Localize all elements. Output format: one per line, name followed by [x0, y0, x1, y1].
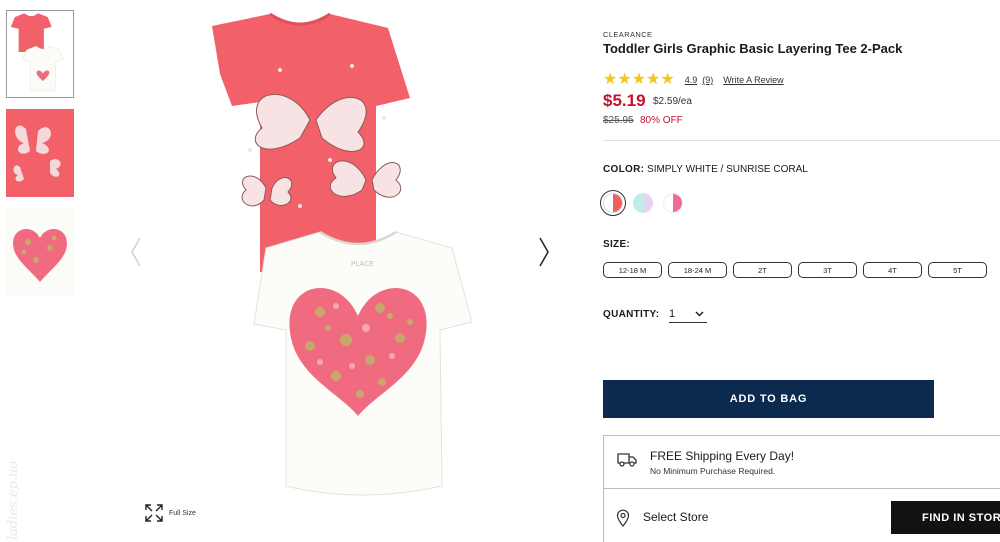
write-review-link[interactable]: Write A Review [723, 75, 783, 85]
expand-icon [145, 504, 163, 522]
color-label: COLOR: [603, 164, 645, 175]
size-option-2t[interactable]: 2T [733, 262, 792, 278]
swatch-white-coral[interactable] [600, 190, 626, 216]
star-icon: ★ [617, 71, 632, 88]
quantity-select[interactable]: 1 [669, 306, 707, 323]
discount-badge: 80% OFF [640, 115, 683, 126]
product-title: Toddler Girls Graphic Basic Layering Tee… [603, 41, 903, 56]
size-option-12-18m[interactable]: 12-18 M [603, 262, 662, 278]
size-option-4t[interactable]: 4T [863, 262, 922, 278]
color-selection: COLOR: SIMPLY WHITE / SUNRISE CORAL [603, 164, 808, 175]
find-in-store-button[interactable]: FIND IN STORE [891, 501, 1000, 534]
rating-stars: ★ ★ ★ ★ ★ [603, 72, 675, 88]
original-price: $25.95 [603, 115, 634, 126]
rating-count[interactable]: (9) [702, 75, 713, 85]
store-row: Select Store FIND IN STORE [604, 489, 1000, 542]
shipping-row: FREE Shipping Every Day! No Minimum Purc… [604, 436, 1000, 489]
star-icon: ★ [603, 71, 618, 88]
swatch-white-pink[interactable] [663, 193, 683, 213]
unit-price: $2.59/ea [653, 96, 692, 107]
truck-icon [617, 453, 637, 467]
thumbnail-heart[interactable] [6, 208, 74, 296]
chevron-down-icon [695, 309, 704, 319]
gallery-next-arrow-icon[interactable] [534, 232, 554, 272]
size-option-5t[interactable]: 5T [928, 262, 987, 278]
thumbnail-butterfly[interactable] [6, 109, 74, 197]
product-rating: ★ ★ ★ ★ ★ 4.9 (9) Write A Review [603, 72, 784, 88]
divider [603, 140, 1000, 141]
quantity-value: 1 [669, 308, 676, 320]
star-icon: ★ [660, 71, 675, 88]
thumbnail-two-pack[interactable] [6, 10, 74, 98]
size-label: SIZE: [603, 239, 631, 250]
location-pin-icon [616, 509, 630, 527]
svg-text:PLACE: PLACE [351, 261, 374, 268]
color-swatches [600, 190, 693, 216]
fulfillment-box: FREE Shipping Every Day! No Minimum Purc… [603, 435, 1000, 542]
full-size-button[interactable]: Full Size [144, 503, 196, 523]
size-options: 12-18 M 18-24 M 2T 3T 4T 5T [603, 262, 993, 278]
shipping-subtitle: No Minimum Purchase Required. [650, 466, 776, 476]
clearance-tag: CLEARANCE [603, 30, 653, 39]
select-store-link[interactable]: Select Store [643, 510, 708, 524]
watermark: ladies.ep.uo [4, 420, 24, 540]
watermark-text: ladies.ep.uo [6, 460, 21, 540]
swatch-mint-lilac[interactable] [633, 193, 653, 213]
product-main-image[interactable]: PLACE [170, 10, 510, 500]
size-option-18-24m[interactable]: 18-24 M [668, 262, 727, 278]
shipping-title: FREE Shipping Every Day! [650, 449, 795, 463]
star-icon: ★ [646, 71, 661, 88]
color-value: SIMPLY WHITE / SUNRISE CORAL [647, 164, 808, 175]
rating-value[interactable]: 4.9 [685, 75, 698, 85]
thumbnail-list [6, 10, 74, 307]
sale-price: $5.19 [603, 91, 646, 110]
quantity-label: QUANTITY: [603, 309, 660, 320]
full-size-label: Full Size [169, 509, 196, 517]
gallery-prev-arrow-icon[interactable] [126, 232, 146, 272]
product-gallery: PLACE Full Size [120, 0, 565, 542]
size-option-3t[interactable]: 3T [798, 262, 857, 278]
product-info-panel: CLEARANCE Toddler Girls Graphic Basic La… [600, 0, 1000, 542]
star-icon: ★ [631, 71, 647, 88]
add-to-bag-button[interactable]: ADD TO BAG [603, 380, 934, 418]
